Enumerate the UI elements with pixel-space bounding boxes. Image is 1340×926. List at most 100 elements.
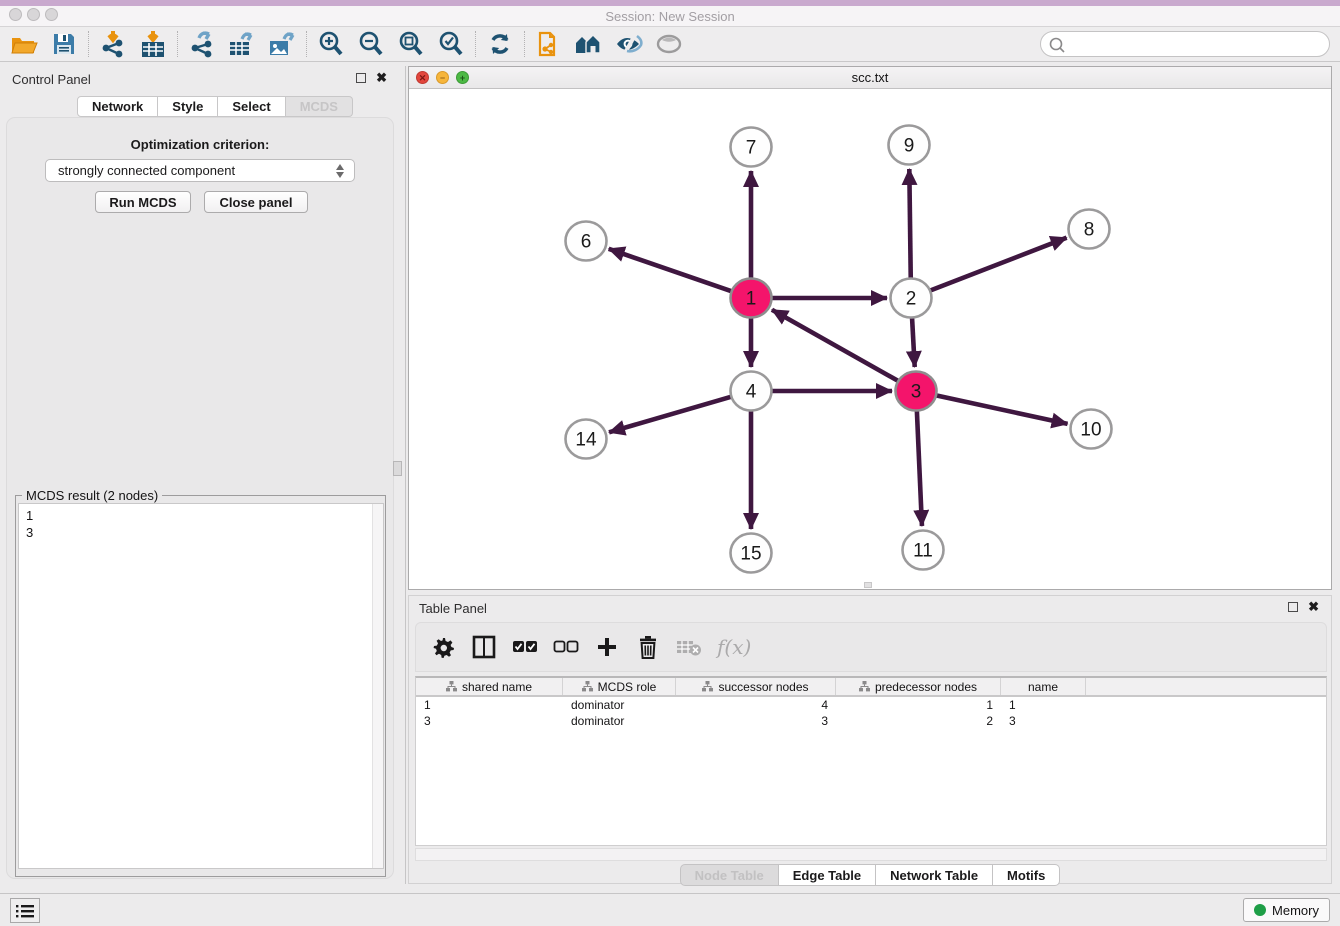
export-image-icon[interactable] bbox=[262, 28, 302, 60]
export-network-icon[interactable] bbox=[182, 28, 222, 60]
tab-select[interactable]: Select bbox=[218, 96, 285, 117]
graph-edge-4-14[interactable] bbox=[609, 397, 732, 433]
tab-network-table[interactable]: Network Table bbox=[876, 864, 993, 886]
list-icon bbox=[16, 904, 34, 918]
table-cell[interactable]: 3 bbox=[1001, 713, 1086, 729]
hierarchy-icon bbox=[859, 681, 870, 692]
network-window-titlebar[interactable]: ✕ − + scc.txt bbox=[409, 67, 1331, 89]
close-table-panel-icon[interactable]: ✖ bbox=[1308, 602, 1319, 612]
add-column-icon[interactable] bbox=[594, 634, 620, 660]
graph-node-label: 1 bbox=[746, 289, 757, 310]
table-tabs: Node Table Edge Table Network Table Moti… bbox=[409, 864, 1331, 886]
search-input[interactable] bbox=[1071, 33, 1321, 55]
save-session-icon[interactable] bbox=[44, 28, 84, 60]
float-panel-icon[interactable] bbox=[356, 73, 366, 83]
panel-splitter bbox=[405, 66, 406, 884]
graph-node-label: 15 bbox=[740, 544, 761, 565]
tab-node-table[interactable]: Node Table bbox=[680, 864, 779, 886]
table-cell[interactable]: 3 bbox=[676, 713, 836, 729]
import-table-icon[interactable] bbox=[133, 28, 173, 60]
graph-edge-2-8[interactable] bbox=[930, 238, 1067, 291]
graph-node-label: 3 bbox=[911, 382, 922, 403]
column-header-name[interactable]: name bbox=[1001, 678, 1086, 695]
graph-edge-3-11[interactable] bbox=[917, 411, 922, 526]
table-cell[interactable]: 3 bbox=[416, 713, 563, 729]
delete-column-trash-icon[interactable] bbox=[635, 634, 661, 660]
table-cell[interactable]: 4 bbox=[676, 697, 836, 713]
table-header-row: shared name MCDS role successor nodes pr… bbox=[416, 678, 1326, 697]
network-resize-handle[interactable] bbox=[864, 582, 872, 588]
tab-edge-table[interactable]: Edge Table bbox=[779, 864, 876, 886]
dropdown-stepper-icon bbox=[335, 163, 346, 179]
close-panel-button[interactable]: Close panel bbox=[204, 191, 308, 213]
show-columns-icon[interactable] bbox=[471, 634, 497, 660]
first-neighbors-icon[interactable] bbox=[569, 28, 609, 60]
float-table-panel-icon[interactable] bbox=[1288, 602, 1298, 612]
table-horizontal-scrollbar[interactable] bbox=[415, 848, 1327, 861]
control-panel: Control Panel ✖ Network Style Select MCD… bbox=[0, 66, 401, 884]
table-settings-gear-icon[interactable] bbox=[430, 634, 456, 660]
zoom-out-icon[interactable] bbox=[351, 28, 391, 60]
graph-edge-3-10[interactable] bbox=[936, 395, 1068, 424]
graph-edge-2-3[interactable] bbox=[912, 318, 915, 367]
tab-mcds[interactable]: MCDS bbox=[286, 96, 353, 117]
node-table: shared name MCDS role successor nodes pr… bbox=[415, 676, 1327, 846]
show-hide-graphics-icon[interactable] bbox=[609, 28, 649, 60]
import-network-icon[interactable] bbox=[93, 28, 133, 60]
graph-node-label: 9 bbox=[904, 136, 915, 157]
table-cell[interactable]: 2 bbox=[836, 713, 1001, 729]
tab-motifs[interactable]: Motifs bbox=[993, 864, 1060, 886]
column-header-successor-nodes[interactable]: successor nodes bbox=[676, 678, 836, 695]
graph-node-label: 8 bbox=[1084, 220, 1095, 241]
graph-edge-2-9[interactable] bbox=[909, 169, 910, 278]
main-toolbar bbox=[0, 27, 1340, 62]
network-title: scc.txt bbox=[409, 70, 1331, 85]
table-cell[interactable]: 1 bbox=[1001, 697, 1086, 713]
tab-style[interactable]: Style bbox=[158, 96, 218, 117]
network-canvas[interactable]: 7968124314101511 bbox=[409, 89, 1331, 589]
table-cell[interactable]: dominator bbox=[563, 713, 676, 729]
mcds-result-title: MCDS result (2 nodes) bbox=[22, 488, 162, 503]
session-title: Session: New Session bbox=[0, 9, 1340, 24]
result-scrollbar[interactable] bbox=[372, 504, 383, 868]
refresh-icon[interactable] bbox=[480, 28, 520, 60]
table-row[interactable]: 1dominator411 bbox=[416, 697, 1326, 713]
hierarchy-icon bbox=[702, 681, 713, 692]
tab-network[interactable]: Network bbox=[77, 96, 158, 117]
column-header-mcds-role[interactable]: MCDS role bbox=[563, 678, 676, 695]
zoom-fit-icon[interactable] bbox=[391, 28, 431, 60]
table-cell[interactable]: 1 bbox=[836, 697, 1001, 713]
task-history-button[interactable] bbox=[10, 898, 40, 923]
zoom-selected-icon[interactable] bbox=[431, 28, 471, 60]
deselect-all-icon[interactable] bbox=[553, 634, 579, 660]
status-bar: Memory bbox=[0, 893, 1340, 926]
column-header-shared-name[interactable]: shared name bbox=[416, 678, 563, 695]
table-panel: Table Panel ✖ f(x) shared name MCDS bbox=[408, 595, 1332, 884]
splitter-handle[interactable] bbox=[393, 461, 402, 476]
control-panel-title: Control Panel bbox=[12, 72, 91, 87]
network-graph[interactable]: 7968124314101511 bbox=[409, 89, 1331, 589]
criterion-dropdown[interactable]: strongly connected component bbox=[45, 159, 355, 182]
run-mcds-button[interactable]: Run MCDS bbox=[95, 191, 191, 213]
table-row[interactable]: 3dominator323 bbox=[416, 713, 1326, 729]
graph-node-label: 14 bbox=[575, 430, 597, 451]
memory-button[interactable]: Memory bbox=[1243, 898, 1330, 922]
table-cell[interactable]: 1 bbox=[416, 697, 563, 713]
graph-node-label: 11 bbox=[913, 541, 933, 562]
graph-edge-3-1[interactable] bbox=[772, 310, 899, 381]
graph-node-label: 4 bbox=[746, 382, 757, 403]
open-in-cybrowser-icon[interactable] bbox=[529, 28, 569, 60]
mcds-result-text[interactable]: 1 3 bbox=[18, 503, 384, 869]
zoom-in-icon[interactable] bbox=[311, 28, 351, 60]
graph-node-label: 10 bbox=[1080, 420, 1101, 441]
column-header-predecessor-nodes[interactable]: predecessor nodes bbox=[836, 678, 1001, 695]
hide-details-icon bbox=[649, 28, 689, 60]
hierarchy-icon bbox=[582, 681, 593, 692]
table-cell[interactable]: dominator bbox=[563, 697, 676, 713]
search-box bbox=[1040, 31, 1330, 57]
export-table-icon[interactable] bbox=[222, 28, 262, 60]
select-all-icon[interactable] bbox=[512, 634, 538, 660]
open-folder-icon[interactable] bbox=[4, 28, 44, 60]
graph-edge-1-6[interactable] bbox=[609, 249, 732, 292]
close-panel-icon[interactable]: ✖ bbox=[376, 73, 387, 83]
